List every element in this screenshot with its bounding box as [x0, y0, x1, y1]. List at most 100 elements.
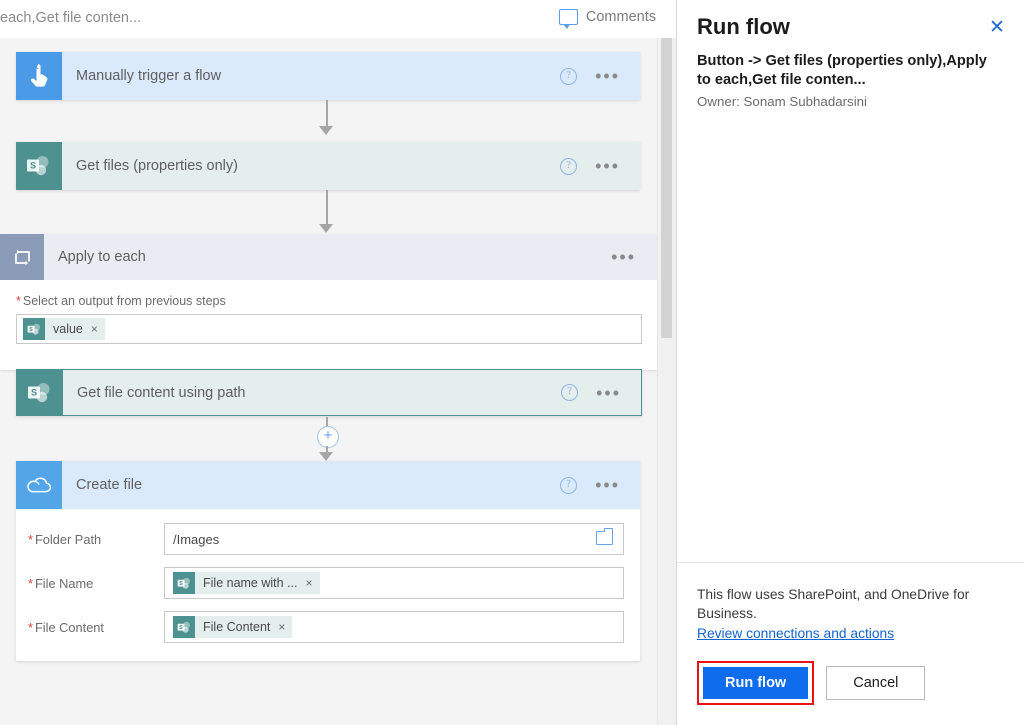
step-card-apply-to-each[interactable]: Apply to each ••• *Select an output from… — [0, 234, 658, 370]
folder-path-input[interactable]: /Images — [164, 523, 624, 555]
param-label-file-name-text: File Name — [35, 576, 93, 591]
flow-owner: Owner: Sonam Subhadarsini — [697, 94, 1004, 109]
card-title: Get file content using path — [77, 385, 245, 401]
folder-path-value: /Images — [173, 532, 219, 547]
apply-to-each-body: *Select an output from previous steps S — [0, 280, 658, 370]
connector-arrow — [319, 224, 333, 233]
file-name-input[interactable]: S File name with ... × — [164, 567, 624, 599]
flow-name-subtitle: Button -> Get files (properties only),Ap… — [697, 52, 997, 90]
select-output-input[interactable]: S value × — [16, 314, 642, 344]
token-value[interactable]: S value × — [23, 318, 105, 340]
close-icon[interactable]: ✕ — [986, 18, 1008, 40]
token-label: File name with ... — [203, 576, 297, 590]
required-asterisk: * — [16, 294, 21, 308]
connector-arrow — [319, 126, 333, 135]
sharepoint-icon: S — [173, 616, 195, 638]
card-menu-icon[interactable]: ••• — [595, 481, 620, 489]
designer-command-bar: each,Get file conten... Comments — [0, 0, 676, 39]
scrollbar-thumb[interactable] — [661, 38, 672, 338]
insert-step-button[interactable]: + — [317, 426, 339, 448]
card-header: S Get files (properties only) ? ••• — [16, 142, 640, 190]
panel-footer: This flow uses SharePoint, and OneDrive … — [677, 562, 1024, 725]
card-actions: ? ••• — [560, 477, 640, 494]
token-file-content[interactable]: S File Content × — [173, 616, 292, 638]
card-title: Create file — [76, 477, 142, 493]
token-remove-icon[interactable]: × — [278, 620, 285, 634]
step-card-manually-trigger-a-flow[interactable]: Manually trigger a flow ? ••• — [16, 52, 640, 100]
svg-text:S: S — [179, 625, 183, 631]
comments-label: Comments — [586, 9, 656, 25]
required-asterisk: * — [28, 620, 33, 635]
svg-text:S: S — [31, 387, 37, 397]
card-title: Get files (properties only) — [76, 158, 238, 174]
help-icon[interactable]: ? — [560, 68, 577, 85]
run-flow-panel: Run flow ✕ Button -> Get files (properti… — [676, 0, 1024, 725]
card-menu-icon[interactable]: ••• — [596, 389, 621, 397]
review-connections-link[interactable]: Review connections and actions — [697, 626, 894, 641]
required-asterisk: * — [28, 532, 33, 547]
card-menu-icon[interactable]: ••• — [611, 253, 636, 261]
connections-note: This flow uses SharePoint, and OneDrive … — [697, 585, 1005, 623]
token-remove-icon[interactable]: × — [305, 576, 312, 590]
panel-title: Run flow — [697, 14, 1004, 40]
param-label-folder-path: *Folder Path — [16, 532, 164, 547]
loop-repeat-icon — [0, 234, 44, 280]
param-row-folder-path: *Folder Path /Images — [16, 523, 624, 555]
select-output-field-label: *Select an output from previous steps — [16, 294, 642, 308]
card-header: Manually trigger a flow ? ••• — [16, 52, 640, 100]
step-card-get-file-content-using-path[interactable]: S Get file content using path ? ••• — [16, 369, 642, 416]
connector-line — [326, 190, 328, 226]
app-root: each,Get file conten... Comments Manuall… — [0, 0, 1024, 725]
param-row-file-name: *File Name S — [16, 567, 624, 599]
token-remove-icon[interactable]: × — [91, 322, 98, 336]
step-card-create-file[interactable]: Create file ? ••• *Folder Path /Images — [16, 461, 640, 661]
card-title: Manually trigger a flow — [76, 68, 221, 84]
required-asterisk: * — [28, 576, 33, 591]
param-label-file-content-text: File Content — [35, 620, 104, 635]
card-actions: ••• — [611, 253, 658, 261]
card-menu-icon[interactable]: ••• — [595, 162, 620, 170]
card-actions: ? ••• — [560, 68, 640, 85]
token-file-name[interactable]: S File name with ... × — [173, 572, 320, 594]
sharepoint-icon: S — [16, 142, 62, 190]
file-content-input[interactable]: S File Content × — [164, 611, 624, 643]
token-label: value — [53, 322, 83, 336]
card-menu-icon[interactable]: ••• — [595, 72, 620, 80]
card-header: Apply to each ••• — [0, 234, 658, 280]
param-label-file-name: *File Name — [16, 576, 164, 591]
svg-text:S: S — [29, 327, 33, 333]
svg-text:S: S — [179, 581, 183, 587]
connector-arrow — [319, 452, 333, 461]
sharepoint-icon: S — [173, 572, 195, 594]
create-file-params: *Folder Path /Images *File Name — [16, 509, 640, 643]
run-flow-highlight-box: Run flow — [697, 661, 814, 705]
panel-header: Run flow ✕ Button -> Get files (properti… — [677, 0, 1024, 109]
cancel-button[interactable]: Cancel — [826, 666, 925, 700]
token-label: File Content — [203, 620, 270, 634]
flow-canvas: Manually trigger a flow ? ••• — [0, 38, 658, 725]
help-icon[interactable]: ? — [560, 477, 577, 494]
param-label-file-content: *File Content — [16, 620, 164, 635]
flow-designer: each,Get file conten... Comments Manuall… — [0, 0, 676, 725]
panel-button-row: Run flow Cancel — [697, 661, 1005, 705]
svg-text:S: S — [30, 161, 36, 171]
card-title: Apply to each — [58, 249, 146, 265]
comment-bubble-icon — [559, 9, 578, 25]
select-output-field-label-text: Select an output from previous steps — [23, 294, 226, 308]
card-actions: ? ••• — [560, 158, 640, 175]
designer-scrollbar[interactable] — [657, 38, 676, 725]
help-icon[interactable]: ? — [560, 158, 577, 175]
folder-picker-icon[interactable] — [596, 531, 613, 545]
comments-button[interactable]: Comments — [557, 7, 658, 27]
run-flow-button[interactable]: Run flow — [703, 667, 808, 699]
onedrive-cloud-icon — [16, 461, 62, 509]
sharepoint-icon: S — [23, 318, 45, 340]
help-icon[interactable]: ? — [561, 384, 578, 401]
flow-title: each,Get file conten... — [0, 10, 141, 26]
card-header: S Get file content using path ? ••• — [17, 370, 641, 415]
step-card-get-files-properties-only[interactable]: S Get files (properties only) ? ••• — [16, 142, 640, 190]
card-header: Create file ? ••• — [16, 461, 640, 509]
sharepoint-icon: S — [17, 370, 63, 415]
touch-hand-icon — [16, 52, 62, 100]
param-label-folder-path-text: Folder Path — [35, 532, 101, 547]
